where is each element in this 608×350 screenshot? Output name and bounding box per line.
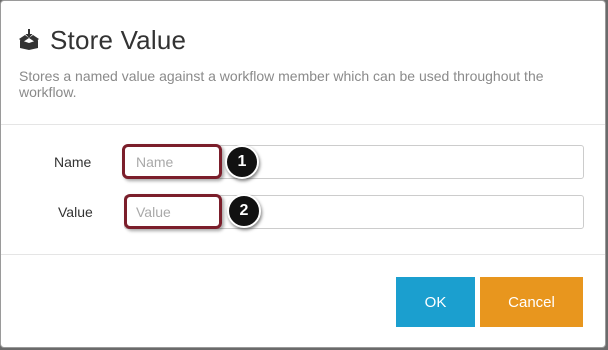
callout-2-number: 2 bbox=[239, 202, 249, 219]
ok-button[interactable]: OK bbox=[396, 277, 475, 327]
callout-1-number: 1 bbox=[237, 153, 247, 170]
store-value-dialog: Store Value Stores a named value against… bbox=[0, 0, 606, 348]
dialog-footer: OK Cancel bbox=[1, 255, 605, 347]
dialog-body: Name 1 Value 2 bbox=[1, 125, 605, 255]
name-label: Name bbox=[54, 154, 92, 170]
name-input[interactable] bbox=[124, 145, 584, 179]
callout-1-badge: 1 bbox=[225, 145, 259, 179]
dialog-title-row: Store Value bbox=[18, 23, 186, 57]
callout-2-badge: 2 bbox=[227, 194, 261, 228]
dialog-header: Store Value Stores a named value against… bbox=[1, 1, 605, 125]
cancel-button[interactable]: Cancel bbox=[480, 277, 583, 327]
box-store-icon bbox=[18, 29, 40, 51]
value-label: Value bbox=[58, 204, 93, 220]
dialog-title: Store Value bbox=[50, 24, 187, 55]
dialog-description: Stores a named value against a workflow … bbox=[19, 68, 544, 100]
value-input[interactable] bbox=[124, 195, 584, 229]
